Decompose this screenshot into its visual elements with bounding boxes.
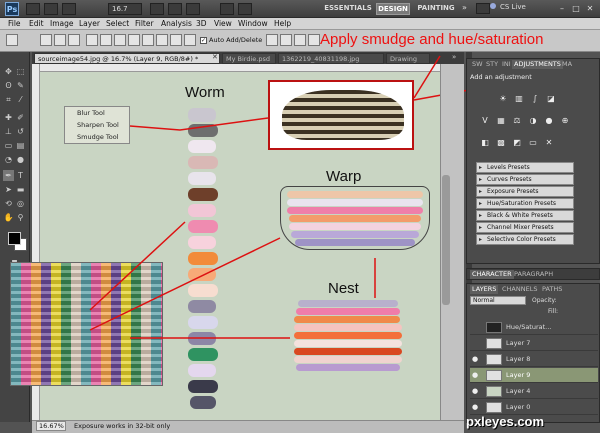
status-message: Exposure works in 32-bit only bbox=[74, 422, 171, 430]
preset-black-white[interactable]: ▸ Black & White Presets bbox=[476, 210, 574, 221]
tab-masks[interactable]: MA bbox=[560, 60, 574, 69]
layer-row-layer-8[interactable]: ● Layer 8 bbox=[470, 352, 598, 367]
layer-thumbnail bbox=[486, 338, 502, 349]
levels-icon[interactable]: ▥ bbox=[514, 94, 524, 104]
pxleyes-watermark: pxleyes.com bbox=[466, 414, 545, 429]
brightness-icon[interactable]: ☀ bbox=[498, 94, 508, 104]
tab-adjustments[interactable]: ADJUSTMENTS bbox=[512, 60, 563, 69]
tab-info[interactable]: INI bbox=[500, 60, 513, 69]
tab-paths[interactable]: PATHS bbox=[540, 285, 564, 294]
preset-levels[interactable]: ▸ Levels Presets bbox=[476, 162, 574, 173]
zoom-input[interactable]: 16.67% bbox=[36, 421, 66, 431]
tab-channels[interactable]: CHANNELS bbox=[500, 285, 539, 294]
eye-icon[interactable]: ● bbox=[472, 402, 481, 412]
eye-icon[interactable]: ● bbox=[472, 354, 481, 364]
adjustments-title: Add an adjustment bbox=[470, 73, 532, 81]
photo-filter-icon[interactable]: ● bbox=[544, 116, 554, 126]
layer-thumbnail bbox=[486, 402, 502, 413]
posterize-icon[interactable]: ▩ bbox=[496, 138, 506, 148]
exposure-icon[interactable]: ◪ bbox=[546, 94, 556, 104]
layer-row-hue-saturation[interactable]: Hue/Saturat... bbox=[470, 320, 598, 335]
selective-color-icon[interactable]: ✕ bbox=[544, 138, 554, 148]
layer-thumbnail bbox=[486, 354, 502, 365]
layer-thumbnail bbox=[486, 386, 502, 397]
layer-row-layer-4[interactable]: ● Layer 4 bbox=[470, 384, 598, 399]
preset-curves[interactable]: ▸ Curves Presets bbox=[476, 174, 574, 185]
layer-row-layer-9[interactable]: ● Layer 9 bbox=[470, 368, 598, 383]
hue-saturation-icon[interactable]: ▦ bbox=[496, 116, 506, 126]
tab-layers[interactable]: LAYERS bbox=[470, 285, 499, 294]
layer-visibility-toggle[interactable] bbox=[472, 338, 481, 348]
preset-exposure[interactable]: ▸ Exposure Presets bbox=[476, 186, 574, 197]
preset-channel-mixer[interactable]: ▸ Channel Mixer Presets bbox=[476, 222, 574, 233]
layer-row-layer-7[interactable]: Layer 7 bbox=[470, 336, 598, 351]
blend-mode-select[interactable]: Normal bbox=[470, 296, 526, 305]
tab-styles[interactable]: STY bbox=[484, 60, 500, 69]
preset-selective-color[interactable]: ▸ Selective Color Presets bbox=[476, 234, 574, 245]
opacity-label: Opacity: bbox=[532, 297, 557, 304]
vibrance-icon[interactable]: V bbox=[480, 116, 490, 126]
eye-icon[interactable]: ● bbox=[472, 370, 481, 380]
eye-icon[interactable]: ● bbox=[472, 386, 481, 396]
color-balance-icon[interactable]: ⚖ bbox=[512, 116, 522, 126]
channel-mixer-icon[interactable]: ⊕ bbox=[560, 116, 570, 126]
layer-row-layer-0[interactable]: ● Layer 0 bbox=[470, 400, 598, 415]
threshold-icon[interactable]: ◩ bbox=[512, 138, 522, 148]
layer-thumbnail bbox=[486, 370, 502, 381]
invert-icon[interactable]: ◧ bbox=[480, 138, 490, 148]
adjustment-icon bbox=[486, 322, 502, 333]
curves-icon[interactable]: ∫ bbox=[530, 94, 540, 104]
tab-paragraph[interactable]: PARAGRAPH bbox=[512, 270, 555, 279]
tab-character[interactable]: CHARACTER bbox=[470, 270, 514, 279]
black-white-icon[interactable]: ◑ bbox=[528, 116, 538, 126]
preset-hue-saturation[interactable]: ▸ Hue/Saturation Presets bbox=[476, 198, 574, 209]
scroll-thumb[interactable] bbox=[442, 175, 450, 305]
layer-visibility-toggle[interactable] bbox=[472, 322, 481, 332]
gradient-map-icon[interactable]: ▭ bbox=[528, 138, 538, 148]
fill-label: Fill: bbox=[548, 308, 559, 315]
tab-swatches[interactable]: SW bbox=[470, 60, 485, 69]
